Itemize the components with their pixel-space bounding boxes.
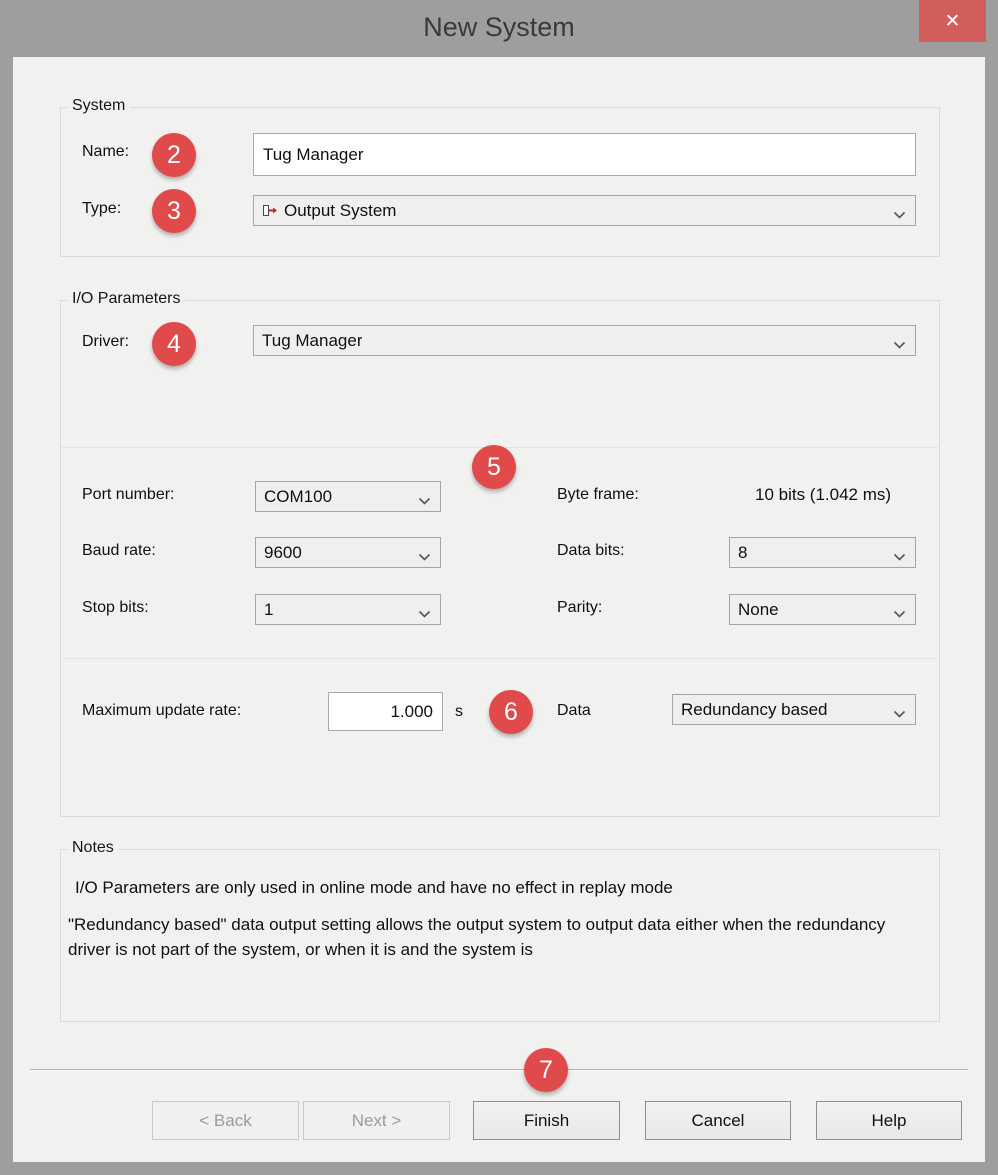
notes-legend: Notes bbox=[67, 839, 119, 857]
system-group: System bbox=[60, 107, 940, 257]
driver-select[interactable]: Tug Manager bbox=[253, 325, 916, 356]
chevron-down-icon bbox=[893, 606, 906, 615]
data-output-select[interactable]: Redundancy based bbox=[672, 694, 916, 725]
port-number-label: Port number: bbox=[82, 486, 174, 504]
output-system-icon bbox=[262, 203, 278, 218]
name-label: Name: bbox=[82, 143, 129, 161]
byte-frame-value: 10 bits (1.042 ms) bbox=[755, 485, 891, 505]
note-line-1: I/O Parameters are only used in online m… bbox=[75, 875, 925, 900]
close-icon: ✕ bbox=[945, 10, 961, 33]
chevron-down-icon bbox=[418, 493, 431, 502]
stop-bits-select[interactable]: 1 bbox=[255, 594, 441, 625]
name-input[interactable] bbox=[253, 133, 916, 176]
window-title: New System bbox=[0, 0, 998, 57]
dialog-body: System Name: 2 Type: 3 Output System I/O… bbox=[13, 57, 985, 1162]
max-update-rate-input[interactable] bbox=[328, 692, 443, 731]
chevron-down-icon bbox=[418, 549, 431, 558]
data-bits-select[interactable]: 8 bbox=[729, 537, 916, 568]
chevron-down-icon bbox=[893, 549, 906, 558]
help-button[interactable]: Help bbox=[816, 1101, 962, 1140]
chevron-down-icon bbox=[893, 207, 906, 216]
driver-label: Driver: bbox=[82, 333, 129, 351]
next-button[interactable]: Next > bbox=[303, 1101, 450, 1140]
stop-bits-label: Stop bits: bbox=[82, 599, 149, 617]
io-divider-bottom bbox=[60, 658, 938, 659]
max-update-rate-unit: s bbox=[455, 703, 463, 721]
baud-rate-select[interactable]: 9600 bbox=[255, 537, 441, 568]
system-group-legend: System bbox=[67, 97, 130, 115]
data-output-label: Data bbox=[557, 702, 591, 720]
close-button[interactable]: ✕ bbox=[919, 0, 986, 42]
baud-rate-label: Baud rate: bbox=[82, 542, 156, 560]
type-badge: 3 bbox=[152, 189, 196, 233]
port-number-select[interactable]: COM100 bbox=[255, 481, 441, 512]
finish-button[interactable]: Finish bbox=[473, 1101, 620, 1140]
chevron-down-icon bbox=[893, 706, 906, 715]
finish-badge: 7 bbox=[524, 1048, 568, 1092]
driver-badge: 4 bbox=[152, 322, 196, 366]
cancel-button[interactable]: Cancel bbox=[645, 1101, 791, 1140]
parity-label: Parity: bbox=[557, 599, 602, 617]
name-badge: 2 bbox=[152, 133, 196, 177]
chevron-down-icon bbox=[893, 337, 906, 346]
byte-frame-label: Byte frame: bbox=[557, 486, 639, 504]
data-bits-label: Data bits: bbox=[557, 542, 625, 560]
update-rate-badge: 6 bbox=[489, 690, 533, 734]
back-button[interactable]: < Back bbox=[152, 1101, 299, 1140]
window-titlebar: New System ✕ bbox=[0, 0, 998, 57]
parity-select[interactable]: None bbox=[729, 594, 916, 625]
type-select[interactable]: Output System bbox=[253, 195, 916, 226]
chevron-down-icon bbox=[418, 606, 431, 615]
note-paragraph: "Redundancy based" data output setting a… bbox=[68, 912, 930, 962]
max-update-rate-label: Maximum update rate: bbox=[82, 702, 241, 720]
footer-divider bbox=[30, 1069, 968, 1071]
type-label: Type: bbox=[82, 200, 121, 218]
serial-badge: 5 bbox=[472, 445, 516, 489]
io-parameters-legend: I/O Parameters bbox=[67, 290, 185, 308]
